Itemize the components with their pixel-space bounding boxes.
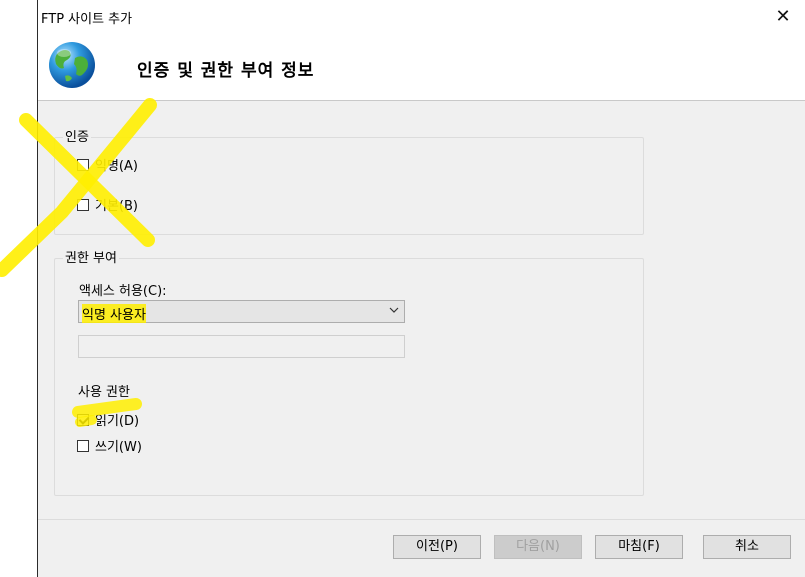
- close-button[interactable]: ✕: [760, 0, 805, 33]
- next-button[interactable]: 다음(N): [494, 535, 582, 559]
- authentication-group-label: 인증: [63, 126, 91, 145]
- anonymous-label: 익명(A): [95, 159, 138, 174]
- ftp-site-dialog: FTP 사이트 추가 ✕ 인증 및 권한 부여 정보 인증 익명(A) 기본(B…: [37, 0, 805, 577]
- chevron-down-icon: [389, 307, 399, 313]
- read-label: 읽기(D): [95, 414, 140, 429]
- access-label: 액세스 허용(C):: [79, 284, 167, 299]
- title-bar: FTP 사이트 추가 ✕: [38, 0, 805, 33]
- access-dropdown[interactable]: 익명 사용자: [78, 300, 405, 323]
- access-dropdown-value: 익명 사용자: [82, 304, 146, 323]
- write-checkbox-row[interactable]: 쓰기(W): [77, 436, 142, 455]
- basic-checkbox-row[interactable]: 기본(B): [77, 195, 138, 214]
- write-label: 쓰기(W): [95, 440, 142, 455]
- page-title: 인증 및 권한 부여 정보: [137, 61, 315, 81]
- anonymous-checkbox[interactable]: [77, 158, 89, 171]
- cancel-button[interactable]: 취소: [703, 535, 791, 559]
- finish-button[interactable]: 마침(F): [595, 535, 683, 559]
- wizard-header: 인증 및 권한 부여 정보: [38, 33, 805, 101]
- anonymous-checkbox-row[interactable]: 익명(A): [77, 155, 138, 174]
- permissions-label: 사용 권한: [78, 385, 130, 400]
- basic-label: 기본(B): [95, 199, 138, 214]
- users-textbox[interactable]: [78, 335, 405, 358]
- write-checkbox[interactable]: [77, 439, 89, 452]
- authentication-group: [54, 137, 644, 235]
- basic-checkbox[interactable]: [77, 198, 89, 211]
- previous-button[interactable]: 이전(P): [393, 535, 481, 559]
- footer-divider: [38, 519, 805, 520]
- authorization-group-label: 권한 부여: [63, 247, 119, 266]
- read-checkbox-row[interactable]: 읽기(D): [77, 410, 139, 429]
- read-checkbox[interactable]: [77, 413, 89, 426]
- globe-icon: [49, 42, 95, 88]
- window-title: FTP 사이트 추가: [41, 12, 133, 27]
